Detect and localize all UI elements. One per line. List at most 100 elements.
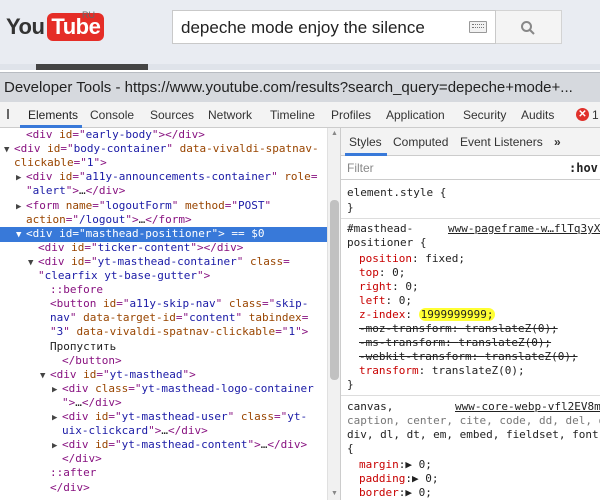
css-property-value[interactable]: 0;	[399, 294, 412, 307]
tab-computed[interactable]: Computed	[393, 135, 448, 149]
css-property-name[interactable]: -ms-transform	[359, 336, 445, 349]
dom-node-line[interactable]: action="/logout">…</form>	[16, 213, 192, 227]
css-property-name[interactable]: transform	[359, 364, 419, 377]
tab-sources[interactable]: Sources	[150, 108, 194, 122]
tab-timeline[interactable]: Timeline	[270, 108, 315, 122]
dom-node-line[interactable]: ▼ <div id="yt-masthead-container" class=	[28, 255, 290, 270]
rule1-source-link[interactable]: www-pageframe-w…flTq3yX	[448, 222, 600, 236]
css-property-value[interactable]: 0;	[425, 472, 438, 485]
dom-node-line[interactable]: ">…</div>	[52, 396, 122, 410]
css-expand-triangle-icon[interactable]: :▶	[399, 458, 419, 471]
css-property-name[interactable]: left	[359, 294, 386, 307]
dom-node-line[interactable]: ::before	[40, 283, 103, 297]
scroll-up-icon[interactable]: ▲	[330, 130, 339, 138]
css-property-name[interactable]: padding	[359, 472, 405, 485]
dom-node-line[interactable]: ▼ <div id="body-container" data-vivaldi-s…	[4, 142, 319, 157]
css-declaration[interactable]: padding:▶ 0;	[359, 472, 438, 486]
css-declaration[interactable]: -webkit-transform: translateZ(0);	[359, 350, 578, 364]
css-property-value[interactable]: translateZ(0);	[432, 364, 525, 377]
collapsed-triangle-icon[interactable]: ▶	[16, 200, 26, 214]
css-property-value[interactable]: 0;	[419, 486, 432, 499]
dom-node-line[interactable]: ▶ <div id="a11y-announcements-container" …	[16, 170, 317, 185]
dom-node-line[interactable]: ▶ <form name="logoutForm" method="POST"	[16, 199, 271, 214]
css-property-name[interactable]: border	[359, 486, 399, 499]
css-declaration[interactable]: top: 0;	[359, 266, 405, 280]
css-property-value[interactable]: translateZ(0);	[465, 322, 558, 335]
dom-node-line[interactable]: </div>	[40, 481, 90, 495]
dom-node-line[interactable]: </button>	[52, 354, 122, 368]
collapsed-triangle-icon[interactable]: ▶	[52, 411, 62, 425]
css-property-name[interactable]: position	[359, 252, 412, 265]
css-expand-triangle-icon[interactable]: :▶	[399, 486, 419, 499]
error-count[interactable]: 1	[592, 108, 599, 122]
more-tabs-icon[interactable]: »	[554, 135, 561, 149]
css-declaration[interactable]: margin:▶ 0;	[359, 458, 432, 472]
css-property-name[interactable]: margin	[359, 458, 399, 471]
tab-styles[interactable]: Styles	[349, 135, 382, 149]
css-property-name[interactable]: z-index	[359, 308, 405, 321]
elements-dom-tree[interactable]: <div id="early-body"></div> ▼ <div id="bod…	[0, 128, 327, 500]
scroll-down-icon[interactable]: ▼	[330, 490, 339, 498]
dom-node-line[interactable]: ▶ <div id="yt-masthead-user" class="yt-	[52, 410, 307, 425]
collapsed-triangle-icon[interactable]: ▶	[52, 383, 62, 397]
search-input[interactable]: depeche mode enjoy the silence	[172, 10, 496, 44]
rule2-source-link[interactable]: www-core-webp-vfl2EV8m	[455, 400, 600, 414]
tab-network[interactable]: Network	[208, 108, 252, 122]
tab-elements[interactable]: Elements	[28, 108, 78, 122]
css-property-value[interactable]: 0;	[392, 266, 405, 279]
expand-triangle-icon[interactable]: ▼	[28, 256, 38, 270]
dom-node-line[interactable]: clickable="1">	[4, 156, 107, 170]
css-property-name[interactable]: top	[359, 266, 379, 279]
styles-filter-bar[interactable]: Filter :hov	[341, 156, 600, 180]
css-declaration[interactable]: -ms-transform: translateZ(0);	[359, 336, 551, 350]
dom-node-line[interactable]: </div>	[52, 452, 102, 466]
dom-node-line[interactable]: <div id="early-body"></div>	[16, 128, 205, 142]
dom-node-line[interactable]: ▶ <div class="yt-masthead-logo-container	[52, 382, 314, 397]
tab-security[interactable]: Security	[463, 108, 506, 122]
highlighted-css-value[interactable]: 1999999999;	[418, 308, 496, 321]
search-button[interactable]	[496, 10, 562, 44]
tab-audits[interactable]: Audits	[521, 108, 554, 122]
filter-input[interactable]: Filter	[347, 161, 374, 175]
dom-node-line[interactable]: ▼ <div id="yt-masthead">	[40, 368, 196, 383]
dom-node-selected[interactable]: ▼ <div id="masthead-positioner"> == $0	[0, 226, 327, 242]
tab-console[interactable]: Console	[90, 108, 134, 122]
dom-node-line[interactable]: <button id="a11y-skip-nav" class="skip-	[40, 297, 308, 311]
css-declaration[interactable]: border:▶ 0;	[359, 486, 432, 500]
tab-profiles[interactable]: Profiles	[331, 108, 371, 122]
dom-node-line[interactable]: nav" data-target-id="content" tabindex=	[40, 311, 308, 325]
css-declaration[interactable]: position: fixed;	[359, 252, 465, 266]
tab-event-listeners[interactable]: Event Listeners	[460, 135, 543, 149]
css-property-value[interactable]: translateZ(0);	[458, 336, 551, 349]
dom-node-line[interactable]: Пропустить	[40, 340, 116, 354]
css-declaration[interactable]: transform: translateZ(0);	[359, 364, 525, 378]
dom-node-line[interactable]: <div id="ticker-content"></div>	[28, 241, 243, 255]
collapsed-triangle-icon[interactable]: ▶	[52, 439, 62, 453]
hov-toggle[interactable]: :hov	[569, 161, 598, 175]
tab-application[interactable]: Application	[386, 108, 445, 122]
dom-node-line[interactable]: ▶ <div id="yt-masthead-content">…</div>	[52, 438, 307, 453]
css-expand-triangle-icon[interactable]: :▶	[405, 472, 425, 485]
keyboard-icon[interactable]	[469, 21, 487, 33]
css-property-name[interactable]: -moz-transform	[359, 322, 452, 335]
dom-node-line[interactable]: "alert">…</div>	[16, 184, 125, 198]
expand-triangle-icon[interactable]: ▼	[16, 228, 26, 242]
dock-menu-icon[interactable]	[4, 109, 14, 121]
dom-node-line[interactable]: uix-clickcard">…</div>	[52, 424, 208, 438]
dom-node-line[interactable]: "3" data-vivaldi-spatnav-clickable="1">	[40, 325, 308, 339]
error-icon[interactable]: ✕	[576, 108, 589, 121]
expand-triangle-icon[interactable]: ▼	[4, 143, 14, 157]
css-declaration[interactable]: left: 0;	[359, 294, 412, 308]
css-property-value[interactable]: translateZ(0);	[485, 350, 578, 363]
css-property-value[interactable]: fixed;	[425, 252, 465, 265]
expand-triangle-icon[interactable]: ▼	[40, 369, 50, 383]
css-property-value[interactable]: 0;	[419, 458, 432, 471]
css-declaration[interactable]: -moz-transform: translateZ(0);	[359, 322, 558, 336]
css-property-name[interactable]: -webkit-transform	[359, 350, 472, 363]
css-property-value[interactable]: 0;	[405, 280, 418, 293]
dom-node-line[interactable]: "clearfix yt-base-gutter">	[28, 269, 210, 283]
elements-scrollbar[interactable]: ▲ ▼	[327, 128, 340, 500]
scroll-thumb[interactable]	[330, 200, 339, 380]
css-property-name[interactable]: right	[359, 280, 392, 293]
css-declaration[interactable]: right: 0;	[359, 280, 419, 294]
